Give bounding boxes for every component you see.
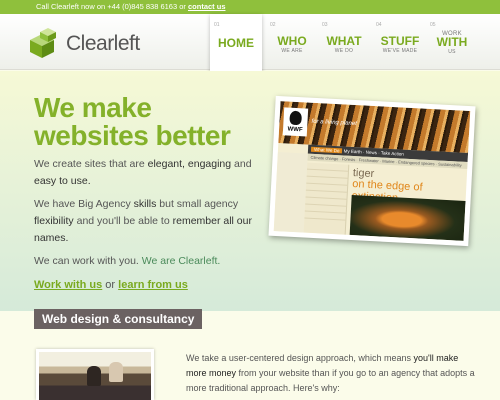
hero-links: Work with us or learn from us — [34, 279, 188, 291]
page-headline: We make websites better — [34, 92, 231, 151]
work-with-you-paragraph: We can work with you. We are Clearleft. — [34, 253, 254, 270]
top-contact-bar: Call Clearleft now on +44 (0)845 838 616… — [0, 0, 500, 14]
text-run: We create sites that are — [34, 158, 148, 170]
text-run: We have Big Agency — [34, 198, 134, 210]
text-run: and — [231, 158, 252, 170]
skills-paragraph: We have Big Agency skills but small agen… — [34, 196, 254, 247]
person-figure — [109, 362, 123, 382]
nav-home[interactable]: 01 HOME — [210, 14, 262, 72]
portfolio-screenshot[interactable]: WWF for a living planet What We Do My Ea… — [268, 95, 476, 247]
screenshot-tab: News — [365, 149, 378, 156]
nav-number: 04 — [376, 22, 382, 28]
site-header: Clearleft 01 HOME 02 WHO WE ARE 03 WHAT … — [0, 14, 500, 72]
nav-label: WHO — [277, 34, 307, 48]
screenshot-subnav-item: Freshwater — [358, 157, 379, 164]
nav-number: 01 — [214, 22, 220, 28]
nav-who-we-are[interactable]: 02 WHO WE ARE — [266, 14, 318, 70]
nav-number: 03 — [322, 22, 328, 28]
text-highlight: We are Clearleft. — [141, 255, 221, 267]
nav-sublabel: WE'VE MADE — [382, 48, 418, 54]
nav-label: STUFF — [380, 34, 420, 48]
section-heading: Web design & consultancy — [34, 309, 203, 329]
nav-what-we-do[interactable]: 03 WHAT WE DO — [318, 14, 370, 70]
text-run: and you'll be able to — [73, 215, 173, 227]
screenshot-subnav-item: Forests — [341, 156, 356, 163]
screenshot-subnav-item: Climate change — [310, 154, 339, 162]
nav-label: HOME — [218, 36, 254, 50]
contact-us-link[interactable]: contact us — [188, 2, 226, 11]
screenshot-side-menu — [303, 162, 350, 235]
work-with-us-link[interactable]: Work with us — [34, 279, 102, 291]
text-run: We can work with you. — [34, 255, 142, 267]
text-run: but small agency — [156, 198, 239, 210]
nav-label: WITH — [436, 35, 468, 49]
screenshot-tab: My Earth — [343, 148, 362, 155]
text-run: We take a user-centered design approach,… — [186, 353, 414, 363]
nav-sublabel: WE DO — [334, 48, 354, 54]
logo-text[interactable]: Clearleft — [66, 32, 140, 56]
learn-from-us-link[interactable]: learn from us — [118, 279, 188, 291]
nav-sublabel: WE ARE — [281, 48, 303, 54]
screenshot-tab: What We Do — [310, 146, 343, 154]
clearleft-logo-icon[interactable] — [26, 26, 60, 60]
panda-icon — [289, 110, 303, 126]
screenshot-subnav-item: Marine — [382, 158, 395, 165]
nav-label: WHAT — [326, 34, 362, 48]
text-emphasis: easy to use. — [34, 175, 91, 187]
tiger-photo — [349, 194, 466, 241]
text-emphasis: flexibility — [34, 215, 74, 227]
screenshot-sidebar — [273, 152, 308, 233]
contact-text: Call Clearleft now on +44 (0)845 838 616… — [36, 2, 188, 11]
person-figure — [87, 366, 101, 386]
screenshot-frame: WWF for a living planet What We Do My Ea… — [273, 101, 471, 241]
nav-number: 05 — [430, 22, 436, 28]
links-separator: or — [102, 279, 119, 291]
nav-sublabel: US — [448, 49, 456, 55]
nav-stuff-weve-made[interactable]: 04 STUFF WE'VE MADE — [372, 14, 428, 70]
screenshot-tab: Take Action — [380, 150, 404, 157]
consultancy-paragraph: We take a user-centered design approach,… — [186, 351, 476, 396]
screenshot-subnav-item: Endangered species — [398, 159, 435, 167]
intro-paragraph: We create sites that are elegant, engagi… — [34, 156, 254, 190]
screenshot-subnav-item: Sustainability — [438, 161, 462, 168]
wwf-logo-text: WWF — [287, 126, 303, 134]
nav-number: 02 — [270, 22, 276, 28]
text-emphasis: elegant, engaging — [147, 158, 232, 170]
nav-work-with-us[interactable]: 05 WORK WITH US — [426, 14, 478, 70]
wwf-logo: WWF — [282, 107, 309, 137]
text-emphasis: skills — [133, 198, 157, 210]
team-photo — [36, 349, 154, 400]
